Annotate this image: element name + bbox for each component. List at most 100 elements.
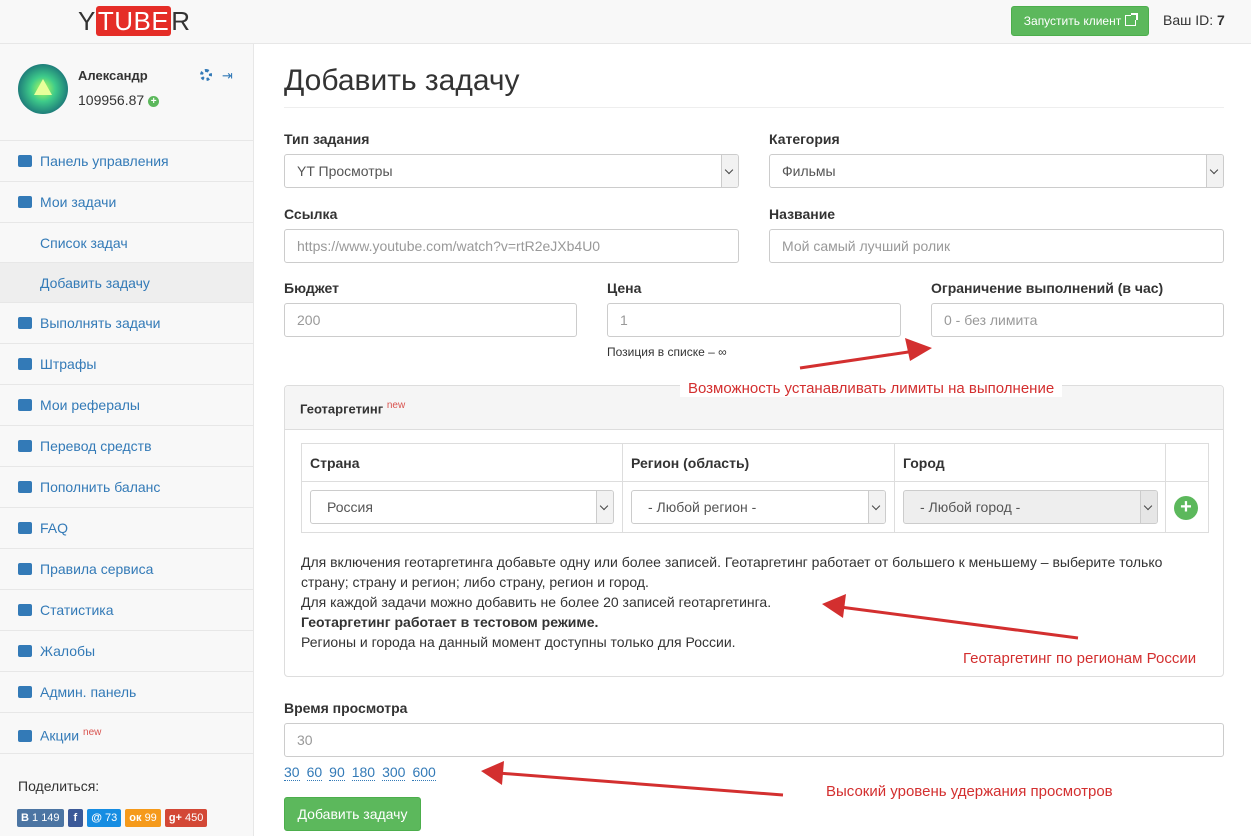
sidebar: Александр 109956.87 + ⇥ Панель управления… xyxy=(0,44,254,836)
exchange-icon xyxy=(18,440,32,452)
chevron-down-icon xyxy=(1140,491,1157,523)
preset-60-link[interactable]: 60 xyxy=(306,764,323,781)
price-help-text: Позиция в списке – ∞ xyxy=(607,345,727,359)
budget-input[interactable]: 200 xyxy=(284,303,577,337)
annotation-limits: Возможность устанавливать лимиты на выпо… xyxy=(680,380,1063,397)
sidebar-item-do-tasks[interactable]: Выполнять задачи xyxy=(0,302,253,343)
sidebar-item-admin[interactable]: Админ. панель xyxy=(0,671,253,712)
logout-icon[interactable]: ⇥ xyxy=(222,68,233,84)
lifebuoy-icon xyxy=(18,522,32,534)
share-vk-button[interactable]: В 1 149 xyxy=(17,809,64,827)
share-ok-button[interactable]: ок 99 xyxy=(125,809,161,827)
budget-label: Бюджет xyxy=(284,280,339,296)
book-icon xyxy=(18,563,32,575)
sidebar-item-dashboard[interactable]: Панель управления xyxy=(0,140,253,181)
sidebar-item-statistics[interactable]: Статистика xyxy=(0,589,253,630)
share-gplus-button[interactable]: g+ 450 xyxy=(164,809,208,827)
sidebar-item-penalties[interactable]: Штрафы xyxy=(0,343,253,384)
eye-icon xyxy=(18,317,32,329)
sidebar-item-rules[interactable]: Правила сервиса xyxy=(0,548,253,589)
sidebar-item-my-tasks[interactable]: Мои задачи xyxy=(0,181,253,222)
city-select[interactable]: - Любой город - xyxy=(903,490,1158,524)
chevron-down-icon xyxy=(1206,155,1223,187)
price-input[interactable]: 1 xyxy=(607,303,901,337)
users-icon xyxy=(18,399,32,411)
arrow-retention xyxy=(497,771,784,797)
task-type-label: Тип задания xyxy=(284,131,370,147)
geotargeting-panel: Геотаргетинг new Страна Регион (область)… xyxy=(284,385,1224,677)
gavel-icon xyxy=(18,645,32,657)
user-name: Александр xyxy=(78,68,148,83)
add-geo-row-button[interactable]: + xyxy=(1174,496,1198,520)
title-divider xyxy=(284,107,1224,108)
geo-help-line: Регионы и города на данный момент доступ… xyxy=(301,634,736,650)
user-id: Ваш ID: 7 xyxy=(1163,12,1225,28)
watch-time-input[interactable]: 30 xyxy=(284,723,1224,757)
share-mailru-button[interactable]: @ 73 xyxy=(87,809,122,827)
external-link-icon xyxy=(1125,13,1139,26)
preset-180-link[interactable]: 180 xyxy=(351,764,376,781)
city-column-header: Город xyxy=(903,455,945,471)
preset-300-link[interactable]: 300 xyxy=(382,764,406,781)
arrowhead-limits xyxy=(905,338,932,361)
sidebar-item-task-list[interactable]: Список задач xyxy=(0,222,253,262)
top-navbar: YTUBER Запустить клиент Ваш ID: 7 xyxy=(0,0,1251,44)
sidebar-item-promotions[interactable]: Акции new xyxy=(0,712,253,753)
geotargeting-help: Для включения геотаргетинга добавьте одн… xyxy=(301,552,1201,652)
preset-600-link[interactable]: 600 xyxy=(412,764,436,781)
video-camera-icon xyxy=(18,196,32,208)
chevron-down-icon xyxy=(721,155,738,187)
task-type-select[interactable]: YT Просмотры xyxy=(284,154,739,188)
share-facebook-button[interactable]: f xyxy=(67,809,84,827)
arrow-limits xyxy=(799,349,916,370)
region-column-header: Регион (область) xyxy=(631,455,750,471)
region-select[interactable]: - Любой регион - xyxy=(631,490,886,524)
add-balance-icon[interactable]: + xyxy=(148,96,160,107)
annotation-retention: Высокий уровень удержания просмотров xyxy=(826,783,1113,800)
sidebar-item-referrals[interactable]: Мои рефералы xyxy=(0,384,253,425)
share-buttons: В 1 149 f @ 73 ок 99 g+ 450 xyxy=(17,809,208,827)
limit-label: Ограничение выполнений (в час) xyxy=(931,280,1164,296)
dashboard-icon xyxy=(18,155,32,167)
logo[interactable]: YTUBER xyxy=(78,6,190,36)
link-input[interactable]: https://www.youtube.com/watch?v=rtR2eJXb… xyxy=(284,229,739,263)
sidebar-item-transfer[interactable]: Перевод средств xyxy=(0,425,253,466)
category-select[interactable]: Фильмы xyxy=(769,154,1224,188)
preset-30-link[interactable]: 30 xyxy=(284,764,300,781)
country-select[interactable]: Россия xyxy=(310,490,614,524)
category-label: Категория xyxy=(769,131,840,147)
share-label: Поделиться: xyxy=(18,778,100,794)
launch-client-button[interactable]: Запустить клиент xyxy=(1011,6,1149,36)
add-task-button[interactable]: Добавить задачу xyxy=(284,797,421,831)
annotation-geo: Геотаргетинг по регионам России xyxy=(963,650,1197,667)
exclamation-icon xyxy=(18,358,32,370)
geo-help-line: Для каждой задачи можно добавить не боле… xyxy=(301,594,772,610)
geotargeting-title: Геотаргетинг new xyxy=(300,400,406,417)
bullhorn-icon xyxy=(18,729,32,742)
new-badge: new xyxy=(83,727,102,738)
table-row-divider xyxy=(302,481,1208,482)
watch-time-presets: 30 60 90 180 300 600 xyxy=(284,764,443,781)
chevron-down-icon xyxy=(596,491,613,523)
sidebar-menu: Панель управления Мои задачи Список зада… xyxy=(0,140,253,754)
limit-input[interactable]: 0 - без лимита xyxy=(931,303,1224,337)
country-column-header: Страна xyxy=(310,455,360,471)
gear-icon[interactable] xyxy=(200,69,212,81)
geo-help-line: Для включения геотаргетинга добавьте одн… xyxy=(301,554,1163,590)
sidebar-item-add-task[interactable]: Добавить задачу xyxy=(0,262,253,302)
name-input[interactable]: Мой самый лучший ролик xyxy=(769,229,1224,263)
wrench-icon xyxy=(18,686,32,698)
geotargeting-table: Страна Регион (область) Город Россия - Л… xyxy=(301,443,1209,533)
page-title: Добавить задачу xyxy=(284,64,520,97)
bar-chart-icon xyxy=(18,604,32,616)
sidebar-item-top-up[interactable]: Пополнить баланс xyxy=(0,466,253,507)
new-badge: new xyxy=(386,400,406,411)
sidebar-item-faq[interactable]: FAQ xyxy=(0,507,253,548)
avatar[interactable] xyxy=(18,64,68,114)
preset-90-link[interactable]: 90 xyxy=(329,764,345,781)
arrowhead-retention xyxy=(481,761,504,785)
chevron-down-icon xyxy=(868,491,885,523)
sidebar-item-complaints[interactable]: Жалобы xyxy=(0,630,253,671)
watch-time-label: Время просмотра xyxy=(284,700,408,716)
name-label: Название xyxy=(769,206,836,222)
